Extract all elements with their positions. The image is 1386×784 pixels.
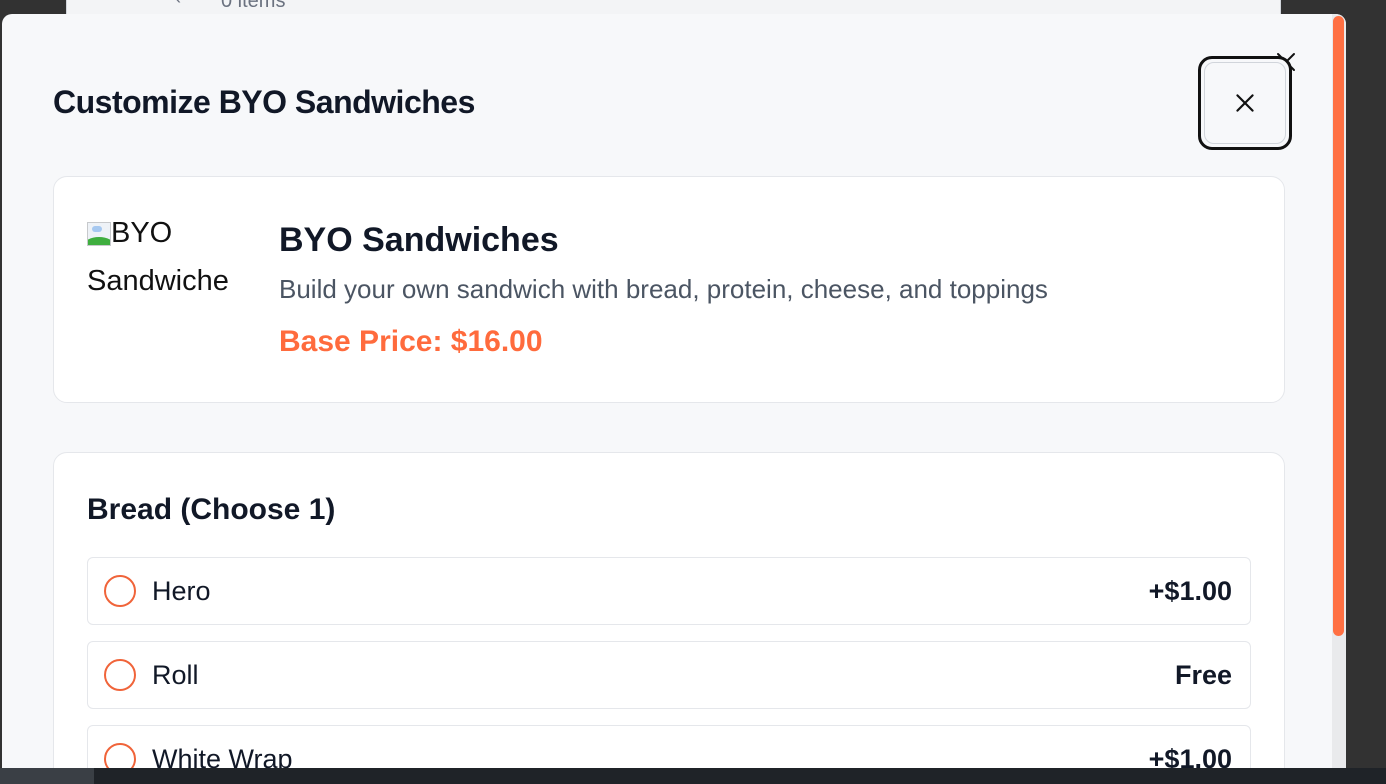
option-label: Hero (152, 575, 211, 606)
product-image: BYO Sandwiche (87, 209, 247, 309)
close-button[interactable] (1198, 56, 1292, 150)
option-white-wrap[interactable]: White Wrap +$1.00 (87, 725, 1251, 768)
close-button-inner (1204, 62, 1286, 144)
option-label: Roll (152, 659, 199, 690)
product-description: Build your own sandwich with bread, prot… (279, 274, 1048, 304)
option-roll[interactable]: Roll Free (87, 641, 1251, 709)
option-hero[interactable]: Hero +$1.00 (87, 557, 1251, 625)
image-alt-line1: BYO (111, 217, 173, 249)
cart-items-count: 0 items (221, 0, 286, 12)
option-group-bread: Bread (Choose 1) Hero +$1.00 Roll Free W… (53, 452, 1285, 768)
radio-button[interactable] (104, 743, 136, 768)
option-label: White Wrap (152, 743, 293, 769)
option-price: Free (1174, 659, 1232, 690)
background-page: ‹ 0 items (66, 0, 1281, 14)
taskbar-item (0, 768, 94, 784)
product-card: BYO Sandwiche BYO Sandwiches Build your … (53, 176, 1285, 403)
option-group-title: Bread (Choose 1) (87, 493, 336, 526)
scrollbar-thumb[interactable] (1333, 16, 1344, 636)
radio-button[interactable] (104, 659, 136, 691)
broken-image-icon (87, 222, 111, 246)
option-price: +$1.00 (1148, 743, 1232, 769)
close-icon (1236, 94, 1254, 112)
image-alt-line2: Sandwiche (87, 265, 229, 297)
customize-modal: Customize BYO Sandwiches BYO Sandwiche B… (2, 14, 1346, 768)
taskbar (0, 768, 1386, 784)
product-name: BYO Sandwiches (279, 221, 559, 259)
scrollbar[interactable] (1332, 14, 1346, 768)
chevron-icon: ‹ (175, 0, 181, 9)
option-price: +$1.00 (1148, 575, 1232, 606)
radio-button[interactable] (104, 575, 136, 607)
base-price: Base Price: $16.00 (279, 325, 543, 358)
modal-title: Customize BYO Sandwiches (53, 84, 475, 120)
